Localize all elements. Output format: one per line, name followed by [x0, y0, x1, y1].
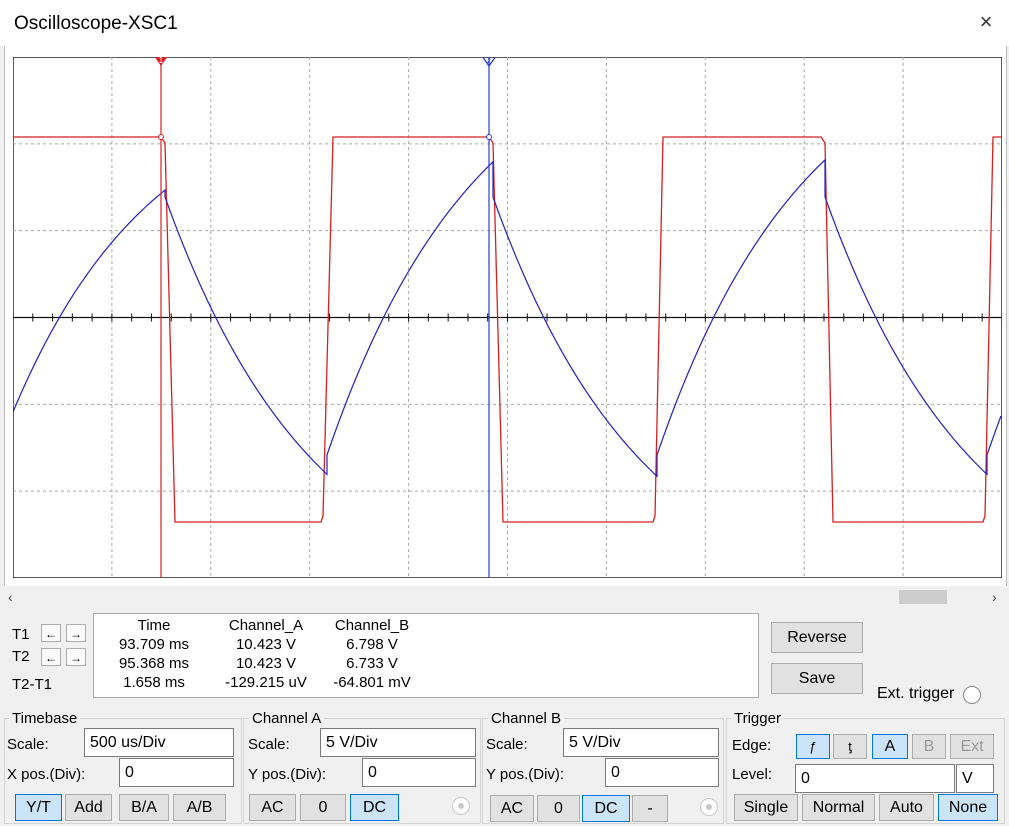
cursor-t1-point: [158, 134, 164, 140]
falling-edge-icon[interactable]: ƫ: [833, 734, 867, 759]
channel-b-ypos-field[interactable]: 0: [605, 758, 719, 787]
scroll-right-icon[interactable]: ›: [992, 589, 997, 605]
close-icon[interactable]: ×: [974, 10, 998, 34]
trigger-source-b-button[interactable]: B: [912, 734, 946, 759]
channel-a-terminal[interactable]: [452, 797, 470, 815]
channel-b-ac-button[interactable]: AC: [490, 795, 534, 822]
trigger-level-unit[interactable]: V: [956, 764, 994, 793]
t2-label: T2: [12, 648, 30, 665]
mode-ba-button[interactable]: B/A: [119, 794, 169, 821]
channel-b-ypos-label: Y pos.(Div):: [486, 766, 565, 783]
t2-right-button[interactable]: →: [66, 648, 86, 666]
ext-trigger-terminal[interactable]: [963, 686, 981, 704]
timebase-title: Timebase: [9, 710, 81, 727]
diff-channel-b: -64.801 mV: [333, 674, 411, 691]
timebase-scale-label: Scale:: [7, 736, 49, 753]
diff-time: 1.658 ms: [123, 674, 185, 691]
scope-screen[interactable]: 12: [13, 57, 1002, 578]
trigger-source-a-button[interactable]: A: [872, 734, 908, 759]
channel-b-dc-button[interactable]: DC: [582, 795, 630, 822]
t2-left-button[interactable]: ←: [41, 648, 61, 666]
window-title: Oscilloscope-XSC1: [14, 13, 178, 34]
timebase-scale-field[interactable]: 500 us/Div: [84, 728, 234, 757]
trigger-normal-button[interactable]: Normal: [802, 794, 875, 821]
t1-channel-a: 10.423 V: [235, 636, 297, 653]
cursor-t2-marker-label: 2: [487, 58, 491, 65]
t1-right-button[interactable]: →: [66, 624, 86, 642]
trigger-level-field[interactable]: 0: [795, 764, 955, 793]
trigger-single-button[interactable]: Single: [734, 794, 798, 821]
rising-edge-icon[interactable]: ƒ: [796, 734, 830, 759]
trigger-title: Trigger: [731, 710, 784, 727]
save-button[interactable]: Save: [771, 663, 863, 694]
channel-b-title: Channel B: [488, 710, 565, 727]
t2-channel-a: 10.423 V: [235, 655, 297, 672]
cursor-t1-marker-label: 1: [159, 57, 164, 65]
channel-a-zero-button[interactable]: 0: [300, 794, 346, 821]
cursor-t2-point: [486, 134, 492, 140]
readout-header-channel-b: Channel_B: [334, 617, 410, 634]
t2-t1-label: T2-T1: [12, 676, 53, 693]
mode-ab-button[interactable]: A/B: [173, 794, 226, 821]
mode-yt-button[interactable]: Y/T: [15, 794, 62, 821]
horizontal-scrollbar[interactable]: ‹ ›: [4, 588, 1005, 608]
t1-time: 93.709 ms: [118, 636, 190, 653]
timebase-xpos-field[interactable]: 0: [119, 758, 234, 787]
ext-trigger-label: Ext. trigger: [877, 685, 955, 702]
scrollbar-thumb[interactable]: [899, 590, 947, 604]
channel-a-ypos-label: Y pos.(Div):: [248, 766, 327, 783]
measurement-readout: Time Channel_A Channel_B 93.709 ms 10.42…: [93, 613, 759, 698]
channel-a-title: Channel A: [249, 710, 325, 727]
channel-a-scale-field[interactable]: 5 V/Div: [320, 728, 476, 757]
t2-channel-b: 6.733 V: [346, 655, 398, 672]
channel-b-terminal[interactable]: [700, 798, 718, 816]
channel-b-minus-button[interactable]: -: [632, 795, 668, 822]
t1-channel-b: 6.798 V: [346, 636, 398, 653]
channel-a-dc-button[interactable]: DC: [350, 794, 399, 821]
mode-add-button[interactable]: Add: [65, 794, 112, 821]
t2-time: 95.368 ms: [118, 655, 190, 672]
trigger-none-button[interactable]: None: [938, 794, 998, 821]
scroll-left-icon[interactable]: ‹: [8, 589, 13, 605]
t1-left-button[interactable]: ←: [41, 624, 61, 642]
channel-b-scale-field[interactable]: 5 V/Div: [563, 728, 719, 757]
channel-a-ypos-field[interactable]: 0: [362, 758, 476, 787]
channel-a-ac-button[interactable]: AC: [249, 794, 296, 821]
trigger-source-ext-button[interactable]: Ext: [950, 734, 994, 759]
t1-label: T1: [12, 626, 30, 643]
channel-a-scale-label: Scale:: [248, 736, 290, 753]
reverse-button[interactable]: Reverse: [771, 622, 863, 653]
trigger-auto-button[interactable]: Auto: [879, 794, 934, 821]
timebase-xpos-label: X pos.(Div):: [7, 766, 86, 783]
channel-b-scale-label: Scale:: [486, 736, 528, 753]
trigger-level-label: Level:: [732, 766, 773, 783]
readout-header-time: Time: [137, 617, 171, 634]
trigger-edge-label: Edge:: [732, 737, 772, 754]
readout-header-channel-a: Channel_A: [228, 617, 304, 634]
channel-b-zero-button[interactable]: 0: [537, 795, 580, 822]
